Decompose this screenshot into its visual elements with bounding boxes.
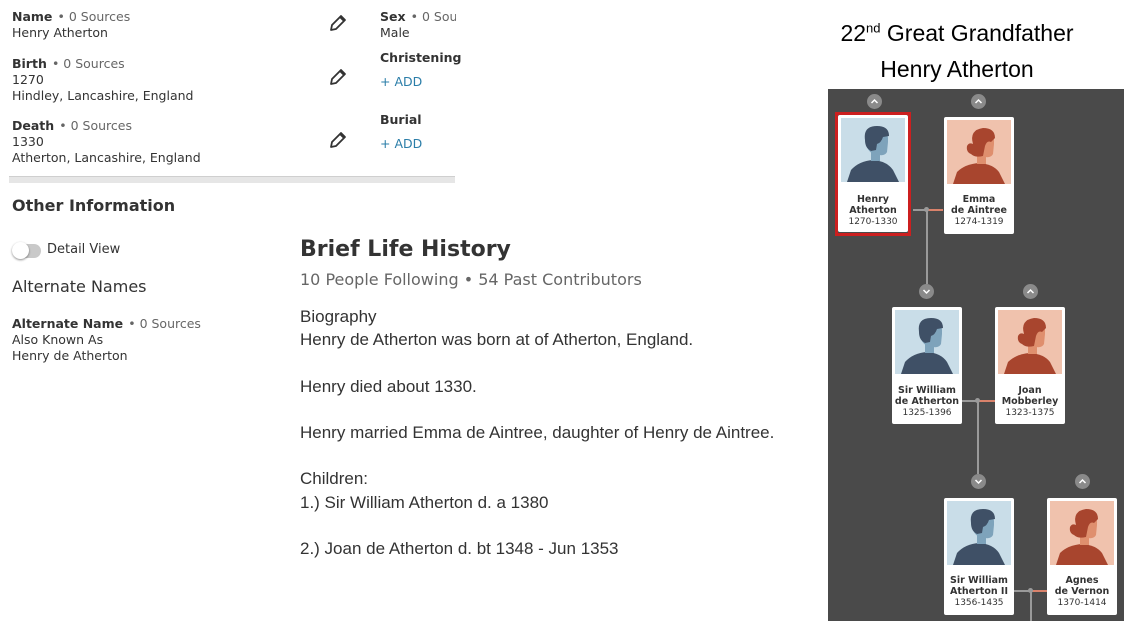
edit-birth-pencil-icon[interactable]	[327, 66, 349, 88]
biography-text: Biography Henry de Atherton was born at …	[300, 305, 810, 560]
male-avatar-icon	[947, 501, 1011, 565]
edit-name-pencil-icon[interactable]	[327, 12, 349, 34]
male-avatar-icon	[895, 310, 959, 374]
bio-line: Henry married Emma de Aintree, daughter …	[300, 422, 775, 442]
alternate-name-entry: Alternate Name • 0 Sources Also Known As…	[12, 313, 201, 364]
life-history-title: Brief Life History	[300, 237, 511, 262]
burial-label: Burial	[380, 112, 422, 127]
expand-parents-chevron-up-icon[interactable]	[867, 94, 882, 109]
person-lifespan: 1270-1330	[848, 217, 898, 227]
person-lifespan: 1356-1435	[954, 598, 1004, 608]
couple-connector-red	[978, 400, 995, 402]
person-name: de Vernon	[1054, 586, 1110, 597]
bio-line: 2.) Joan de Atherton d. bt 1348 - Jun 13…	[300, 538, 619, 558]
descent-line	[1030, 592, 1032, 621]
birth-sources[interactable]: • 0 Sources	[52, 56, 125, 71]
collapse-chevron-down-icon[interactable]	[919, 284, 934, 299]
person-card[interactable]: Henry Atherton 1270-1330	[838, 115, 908, 232]
family-tree-panel: Henry Atherton 1270-1330 Emma de Aintree…	[828, 89, 1124, 621]
bio-line: Biography	[300, 307, 377, 326]
person-card[interactable]: Sir William de Atherton 1325-1396	[892, 307, 962, 424]
other-info-heading: Other Information	[12, 196, 176, 215]
alt-name-sources[interactable]: • 0 Sources	[128, 316, 201, 331]
birth-label: Birth	[12, 56, 47, 71]
person-name: de Aintree	[950, 205, 1008, 216]
person-name: Mobberley	[1001, 396, 1059, 407]
alt-name-value: Henry de Atherton	[12, 348, 128, 363]
name-value: Henry Atherton	[12, 25, 108, 40]
death-vital: Death • 0 Sources 1330 Atherton, Lancash…	[12, 115, 201, 166]
person-name: Joan	[1018, 385, 1042, 396]
birth-vital: Birth • 0 Sources 1270 Hindley, Lancashi…	[12, 53, 193, 104]
female-avatar-icon	[998, 310, 1062, 374]
add-christening-button[interactable]: + ADD	[380, 74, 461, 89]
person-name: Agnes	[1065, 575, 1099, 586]
couple-connector-red	[928, 209, 943, 211]
collapse-chevron-down-icon[interactable]	[971, 474, 986, 489]
name-vital: Name • 0 Sources Henry Atherton	[12, 6, 130, 41]
female-avatar-icon	[947, 120, 1011, 184]
person-name: de Atherton	[894, 396, 960, 407]
descent-line	[926, 211, 928, 284]
detail-view-label: Detail View	[47, 242, 121, 257]
expand-parents-chevron-up-icon[interactable]	[1075, 474, 1090, 489]
name-label: Name	[12, 9, 53, 24]
sex-sources[interactable]: • 0 Sourc	[411, 9, 456, 24]
birth-date: 1270	[12, 72, 44, 87]
expand-parents-chevron-up-icon[interactable]	[1023, 284, 1038, 299]
death-date: 1330	[12, 134, 44, 149]
add-burial-button[interactable]: + ADD	[380, 136, 422, 151]
sex-vital: Sex • 0 Sourc Male	[380, 6, 456, 41]
bio-line: 1.) Sir William Atherton d. a 1380	[300, 492, 549, 512]
alt-name-type: Also Known As	[12, 332, 104, 347]
bio-line: Henry died about 1330.	[300, 376, 477, 396]
person-card[interactable]: Emma de Aintree 1274-1319	[944, 117, 1014, 234]
alternate-names-heading: Alternate Names	[12, 277, 147, 296]
death-label: Death	[12, 118, 55, 133]
person-name: Sir William	[950, 575, 1008, 586]
christening-vital: Christening + ADD	[380, 50, 461, 89]
person-lifespan: 1274-1319	[954, 217, 1004, 227]
person-card[interactable]: Joan Mobberley 1323-1375	[995, 307, 1065, 424]
birth-place: Hindley, Lancashire, England	[12, 88, 194, 103]
death-place: Atherton, Lancashire, England	[12, 150, 201, 165]
detail-view-toggle[interactable]	[12, 242, 41, 259]
descent-line	[977, 402, 979, 474]
person-lifespan: 1370-1414	[1057, 598, 1107, 608]
ancestor-name-title: Henry Atherton	[880, 56, 1034, 82]
person-card[interactable]: Agnes de Vernon 1370-1414	[1047, 498, 1117, 615]
alt-name-label: Alternate Name	[12, 316, 124, 331]
person-name: Emma	[962, 194, 996, 205]
person-name: Henry	[856, 194, 890, 205]
christening-label: Christening	[380, 50, 462, 65]
ordinal-number: 22	[840, 20, 867, 46]
person-name: Atherton	[849, 205, 897, 216]
expand-parents-chevron-up-icon[interactable]	[971, 94, 986, 109]
section-divider	[9, 176, 455, 183]
death-sources[interactable]: • 0 Sources	[59, 118, 132, 133]
couple-connector-red	[1031, 590, 1047, 592]
person-lifespan: 1323-1375	[1005, 408, 1055, 418]
relationship-title: 22nd Great Grandfather	[807, 20, 1107, 47]
female-avatar-icon	[1050, 501, 1114, 565]
person-card[interactable]: Sir William Atherton II 1356-1435	[944, 498, 1014, 615]
male-avatar-icon	[841, 118, 905, 182]
relationship-text: Great Grandfather	[880, 20, 1074, 46]
ordinal-suffix: nd	[866, 20, 881, 36]
sex-value: Male	[380, 25, 410, 40]
person-name: Atherton II	[950, 586, 1008, 597]
person-name: Sir William	[898, 385, 956, 396]
edit-death-pencil-icon[interactable]	[327, 129, 349, 151]
sex-label: Sex	[380, 9, 406, 24]
burial-vital: Burial + ADD	[380, 112, 422, 151]
name-sources[interactable]: • 0 Sources	[58, 9, 131, 24]
followers-line[interactable]: 10 People Following • 54 Past Contributo…	[300, 270, 642, 289]
bio-line: Children:	[300, 469, 369, 489]
bio-line: Henry de Atherton was born at of Atherto…	[300, 330, 694, 350]
person-lifespan: 1325-1396	[902, 408, 952, 418]
